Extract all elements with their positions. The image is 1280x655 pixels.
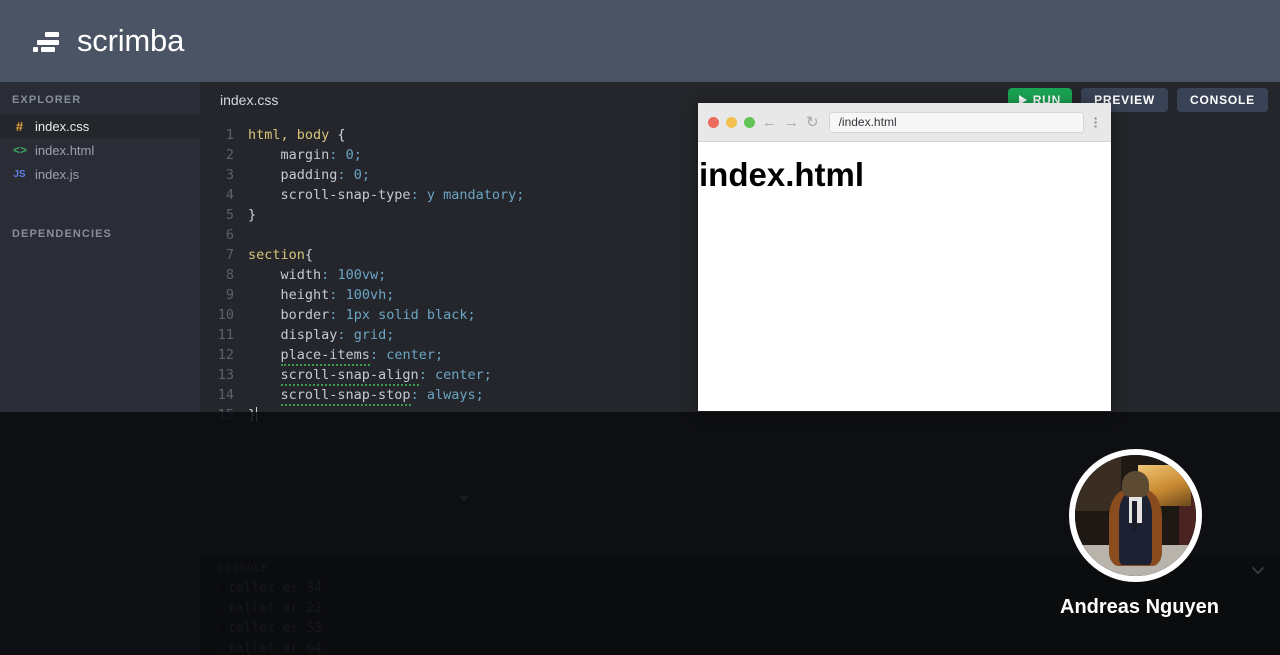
preview-browser-window: ← → ↻ /index.html · · · index.html	[698, 103, 1111, 411]
line-number: 11	[217, 327, 234, 343]
reload-icon[interactable]: ↻	[806, 115, 819, 130]
chevron-down-icon[interactable]	[1250, 562, 1266, 578]
line-number: 13	[217, 367, 234, 383]
console-log-text: tallet er 53	[228, 620, 322, 636]
url-bar[interactable]: /index.html	[828, 111, 1084, 133]
chevron-right-icon: ›	[214, 621, 221, 635]
line-number: 10	[217, 307, 234, 323]
console-log-text: tallet er 23	[228, 600, 322, 616]
console-button[interactable]: CONSOLE	[1177, 88, 1268, 112]
line-number: 3	[225, 167, 234, 183]
presenter-name: Andreas Nguyen	[1060, 596, 1219, 618]
chevron-right-icon: ›	[214, 641, 221, 655]
console-log-text: tallet er 64	[228, 640, 322, 655]
line-number: 15	[217, 407, 234, 423]
console-log-row: › tallet er 64	[200, 638, 1280, 655]
chevron-right-icon: ›	[214, 581, 221, 595]
hash-icon: #	[15, 118, 24, 134]
sidebar-item-index-css[interactable]: # index.css	[0, 114, 200, 138]
kebab-menu-icon[interactable]: · · ·	[1091, 111, 1101, 133]
line-number: 2	[225, 147, 234, 163]
line-number: 9	[225, 287, 234, 303]
file-label: index.css	[35, 118, 90, 134]
url-text: /index.html	[838, 115, 897, 129]
explorer-heading: EXPLORER	[12, 94, 82, 106]
brand-name: scrimba	[77, 23, 185, 58]
line-number: 4	[225, 187, 234, 203]
preview-viewport: index.html	[698, 142, 1111, 411]
scrimba-logo-icon	[33, 30, 63, 52]
line-number: 6	[225, 227, 234, 243]
maximize-traffic-light-icon[interactable]	[744, 116, 755, 128]
brand-logo[interactable]: scrimba	[33, 23, 184, 59]
preview-heading: index.html	[699, 156, 865, 193]
chevron-right-icon: ›	[214, 601, 221, 615]
console-log-row: › tallet er 53	[200, 618, 1280, 638]
presenter-avatar	[1069, 449, 1202, 582]
console-log-text: tallet er 34	[228, 580, 322, 596]
presenter-widget[interactable]: Andreas Nguyen	[1060, 449, 1219, 619]
line-number: 14	[217, 387, 234, 403]
code-tags-icon: <>	[13, 143, 28, 157]
line-number: 5	[225, 207, 234, 223]
arrow-left-icon[interactable]: ←	[762, 115, 777, 130]
app-header: scrimba	[0, 0, 1280, 82]
js-icon: JS	[13, 168, 26, 180]
code-fold-marker	[459, 496, 469, 502]
line-number: 8	[225, 267, 234, 283]
line-number: 7	[225, 247, 234, 263]
sidebar-item-index-html[interactable]: <> index.html	[0, 138, 200, 162]
file-explorer-sidebar: EXPLORER # index.css <> index.html JS in…	[0, 82, 200, 655]
tab-index-css[interactable]: index.css	[220, 92, 278, 108]
close-traffic-light-icon[interactable]	[708, 116, 719, 128]
dependencies-heading: DEPENDENCIES	[12, 228, 112, 240]
arrow-right-icon[interactable]: →	[784, 115, 799, 130]
line-number: 1	[225, 127, 234, 143]
line-number: 12	[217, 347, 234, 363]
file-label: index.html	[35, 142, 95, 158]
file-label: index.js	[35, 166, 80, 182]
scrimba-app: scrimba EXPLORER # index.css <> index.ht…	[0, 0, 1280, 655]
sidebar-item-index-js[interactable]: JS index.js	[0, 162, 200, 186]
minimize-traffic-light-icon[interactable]	[726, 116, 737, 128]
browser-chrome-bar: ← → ↻ /index.html · · ·	[698, 103, 1111, 142]
